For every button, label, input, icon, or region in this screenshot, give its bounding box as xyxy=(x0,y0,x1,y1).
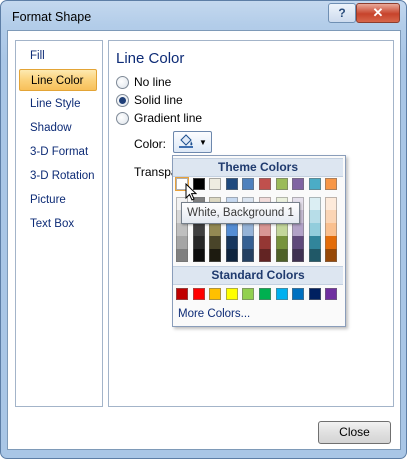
theme-color-swatch[interactable] xyxy=(325,178,337,190)
standard-color-swatch[interactable] xyxy=(325,288,337,300)
nav-item-3d-rotation[interactable]: 3-D Rotation xyxy=(19,165,97,187)
theme-shade-swatch[interactable] xyxy=(276,236,288,249)
standard-color-swatch[interactable] xyxy=(259,288,271,300)
theme-shade-swatch[interactable] xyxy=(242,223,254,236)
more-colors-link[interactable]: More Colors... xyxy=(178,308,250,320)
solid-line-label: Solid line xyxy=(134,93,183,107)
theme-shade-swatch[interactable] xyxy=(193,236,205,249)
standard-color-swatch[interactable] xyxy=(209,288,221,300)
theme-shade-swatch[interactable] xyxy=(292,249,304,262)
nav-item-shadow[interactable]: Shadow xyxy=(19,117,97,139)
theme-shade-swatch[interactable] xyxy=(176,249,188,262)
nav-item-fill[interactable]: Fill xyxy=(19,45,97,67)
theme-shade-swatch[interactable] xyxy=(309,210,321,223)
theme-color-swatch[interactable] xyxy=(242,178,254,190)
standard-color-swatch[interactable] xyxy=(309,288,321,300)
theme-shade-swatch[interactable] xyxy=(259,249,271,262)
mouse-pointer-icon xyxy=(185,182,198,202)
theme-shade-swatch[interactable] xyxy=(226,249,238,262)
window-close-button[interactable]: ✕ xyxy=(356,3,400,23)
theme-shade-swatch[interactable] xyxy=(242,249,254,262)
standard-color-swatch[interactable] xyxy=(176,288,188,300)
nav-item-text-box[interactable]: Text Box xyxy=(19,213,97,235)
theme-shade-swatch[interactable] xyxy=(259,236,271,249)
theme-shade-swatch[interactable] xyxy=(276,223,288,236)
theme-color-swatch[interactable] xyxy=(309,178,321,190)
theme-shade-swatch[interactable] xyxy=(325,249,337,262)
theme-shade-swatch[interactable] xyxy=(309,236,321,249)
close-button[interactable]: Close xyxy=(318,421,391,444)
nav-item-3d-format[interactable]: 3-D Format xyxy=(19,141,97,163)
theme-color-swatch[interactable] xyxy=(226,178,238,190)
paint-bucket-icon xyxy=(178,134,194,148)
standard-color-swatch[interactable] xyxy=(193,288,205,300)
standard-color-swatch[interactable] xyxy=(226,288,238,300)
help-button[interactable]: ? xyxy=(328,3,356,23)
gradient-line-radio[interactable] xyxy=(116,112,129,125)
category-list: Fill Line Color Line Style Shadow 3-D Fo… xyxy=(15,40,103,407)
theme-color-swatch[interactable] xyxy=(276,178,288,190)
theme-shade-swatch[interactable] xyxy=(176,223,188,236)
no-line-radio[interactable] xyxy=(116,76,129,89)
theme-shade-swatch[interactable] xyxy=(226,223,238,236)
theme-shade-swatch[interactable] xyxy=(209,236,221,249)
theme-shade-swatch[interactable] xyxy=(325,197,337,210)
dialog-title: Format Shape xyxy=(12,10,92,24)
swatch-tooltip: White, Background 1 xyxy=(181,202,300,224)
theme-shade-swatch[interactable] xyxy=(209,249,221,262)
theme-color-swatch[interactable] xyxy=(209,178,221,190)
theme-shade-swatch[interactable] xyxy=(325,223,337,236)
theme-shade-swatch[interactable] xyxy=(292,223,304,236)
nav-item-picture[interactable]: Picture xyxy=(19,189,97,211)
theme-shade-swatch[interactable] xyxy=(292,236,304,249)
theme-shade-swatch[interactable] xyxy=(309,197,321,210)
color-label: Color: xyxy=(134,137,167,151)
theme-shade-swatch[interactable] xyxy=(242,236,254,249)
nav-item-line-style[interactable]: Line Style xyxy=(19,93,97,115)
theme-shade-swatch[interactable] xyxy=(325,236,337,249)
no-line-label: No line xyxy=(134,75,172,89)
standard-color-swatch[interactable] xyxy=(242,288,254,300)
theme-color-swatch[interactable] xyxy=(259,178,271,190)
gradient-line-label: Gradient line xyxy=(134,111,203,125)
panel-heading: Line Color xyxy=(116,50,185,67)
theme-shade-swatch[interactable] xyxy=(176,236,188,249)
solid-line-radio[interactable] xyxy=(116,94,129,107)
theme-shade-swatch[interactable] xyxy=(209,223,221,236)
theme-color-swatch[interactable] xyxy=(292,178,304,190)
theme-shade-swatch[interactable] xyxy=(259,223,271,236)
theme-shade-swatch[interactable] xyxy=(193,249,205,262)
theme-shade-swatch[interactable] xyxy=(325,210,337,223)
standard-color-swatch[interactable] xyxy=(276,288,288,300)
theme-shade-swatch[interactable] xyxy=(276,249,288,262)
standard-color-swatch[interactable] xyxy=(292,288,304,300)
theme-shade-swatch[interactable] xyxy=(309,249,321,262)
theme-colors-header: Theme Colors xyxy=(173,158,343,177)
theme-shade-swatch[interactable] xyxy=(226,236,238,249)
standard-colors-header: Standard Colors xyxy=(173,266,343,285)
nav-item-line-color[interactable]: Line Color xyxy=(19,69,97,91)
chevron-down-icon: ▼ xyxy=(199,138,207,147)
theme-shade-swatch[interactable] xyxy=(309,223,321,236)
theme-shade-swatch[interactable] xyxy=(193,223,205,236)
